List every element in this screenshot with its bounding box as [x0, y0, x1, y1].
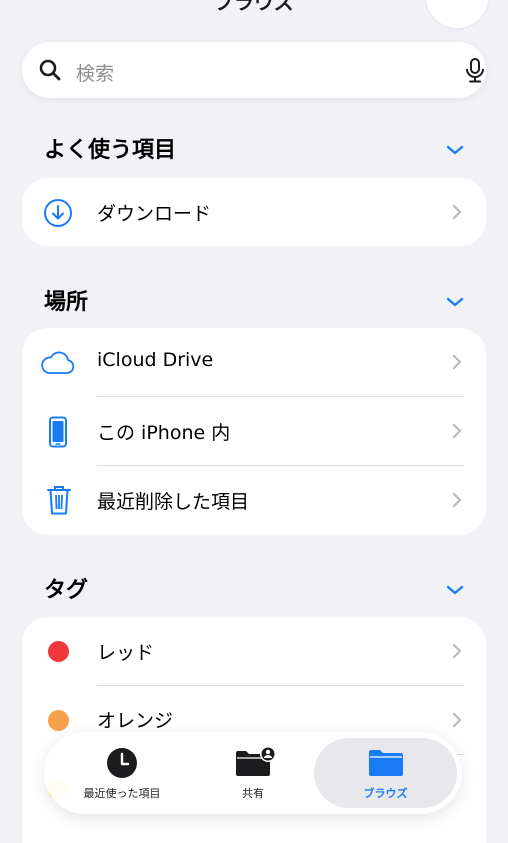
search-icon	[38, 58, 62, 86]
more-button[interactable]	[426, 0, 488, 28]
list-item-downloads[interactable]: ダウンロード	[22, 178, 486, 246]
collapse-favorites-icon[interactable]	[446, 141, 464, 160]
tab-label: 最近使った項目	[83, 787, 161, 800]
chevron-right-icon	[452, 354, 462, 374]
list-item-tag-red[interactable]: レッド	[22, 617, 486, 686]
list-item-label: 最近削除した項目	[97, 491, 250, 513]
locations-list: iCloud Drive この iPhone 内 最近削除した項目	[22, 328, 486, 535]
tab-recents[interactable]: 最近使った項目	[58, 732, 186, 814]
list-item-label: オレンジ	[97, 710, 174, 732]
section-title-locations: 場所	[44, 290, 89, 315]
section-title-favorites: よく使う項目	[44, 138, 177, 163]
search-input[interactable]: 検索	[76, 59, 114, 86]
folder-icon	[368, 747, 404, 781]
list-item-label: ダウンロード	[97, 203, 212, 225]
iphone-icon	[48, 416, 68, 452]
chevron-right-icon	[452, 643, 462, 663]
download-circle-icon	[43, 198, 73, 232]
list-item-label: iCloud Drive	[97, 349, 214, 371]
collapse-locations-icon[interactable]	[446, 293, 464, 312]
list-item-on-my-iphone[interactable]: この iPhone 内	[22, 397, 486, 466]
tab-browse[interactable]: ブラウズ	[314, 732, 457, 814]
section-title-tags: タグ	[44, 578, 89, 603]
clock-icon	[106, 747, 138, 783]
list-item-label: レッド	[97, 642, 155, 664]
chevron-right-icon	[452, 204, 462, 224]
favorites-list: ダウンロード	[22, 178, 486, 246]
microphone-icon[interactable]	[464, 57, 486, 87]
list-item-label: この iPhone 内	[97, 422, 231, 444]
orange-tag-dot	[48, 710, 69, 731]
red-tag-dot	[48, 641, 69, 662]
tab-label: ブラウズ	[363, 787, 408, 800]
chevron-right-icon	[452, 712, 462, 732]
trash-icon	[46, 484, 72, 520]
shared-folder-icon	[234, 746, 278, 782]
tab-shared[interactable]: 共有	[190, 732, 316, 814]
chevron-right-icon	[452, 492, 462, 512]
collapse-tags-icon[interactable]	[446, 581, 464, 600]
chevron-right-icon	[452, 423, 462, 443]
tab-bar: 最近使った項目 共有 ブラウズ	[44, 732, 462, 814]
tab-label: 共有	[242, 787, 264, 800]
cloud-icon	[40, 350, 76, 380]
list-item-icloud-drive[interactable]: iCloud Drive	[22, 328, 486, 397]
search-bar[interactable]: 検索	[22, 42, 486, 98]
list-item-recently-deleted[interactable]: 最近削除した項目	[22, 466, 486, 535]
